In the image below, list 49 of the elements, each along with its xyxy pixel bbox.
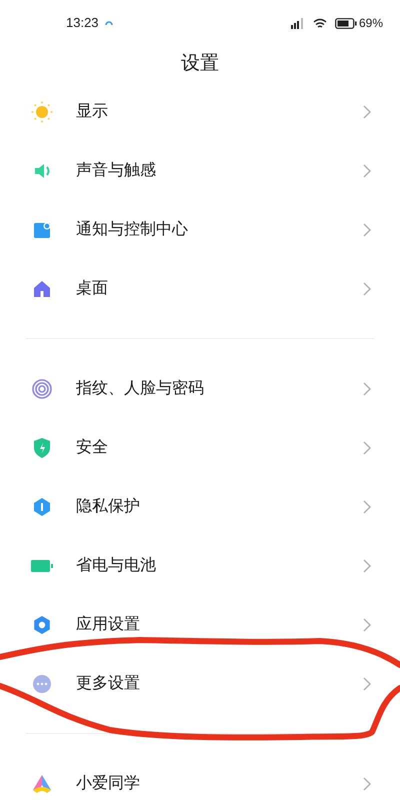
settings-item[interactable]: 安全 <box>0 418 400 477</box>
chevron-right-icon <box>363 558 371 572</box>
settings-item[interactable]: 通知与控制中心 <box>0 200 400 259</box>
sync-icon <box>104 20 113 26</box>
item-label: 通知与控制中心 <box>76 220 189 240</box>
chevron-right-icon <box>363 104 371 118</box>
chevron-right-icon <box>363 282 371 296</box>
chevron-right-icon <box>363 776 371 790</box>
chevron-right-icon <box>363 676 371 690</box>
settings-item[interactable]: 小爱同学 <box>0 754 400 800</box>
settings-item[interactable]: 应用设置 <box>0 595 400 654</box>
battery-status-icon <box>334 18 357 28</box>
page-title: 设置 <box>181 52 219 76</box>
settings-item[interactable]: 桌面 <box>0 259 400 318</box>
item-label: 应用设置 <box>76 614 141 634</box>
shield-icon <box>32 436 52 458</box>
item-label: 指纹、人脸与密码 <box>76 378 205 398</box>
chevron-right-icon <box>363 222 371 236</box>
chevron-right-icon <box>363 382 371 396</box>
item-label: 更多设置 <box>76 674 141 694</box>
settings-item[interactable]: 省电与电池 <box>0 536 400 595</box>
item-label: 小爱同学 <box>76 774 141 794</box>
chevron-right-icon <box>363 618 371 632</box>
battery-percentage: 69% <box>358 15 383 32</box>
wifi-icon <box>312 18 327 28</box>
home-icon <box>32 278 52 298</box>
item-label: 隐私保护 <box>76 496 141 516</box>
item-label: 显示 <box>76 102 109 122</box>
settings-item[interactable]: 显示 <box>0 82 400 141</box>
clock-time: 13:23 <box>66 14 99 32</box>
privacy-icon <box>32 496 52 516</box>
fingerprint-icon <box>31 378 53 400</box>
settings-item[interactable]: 更多设置 <box>0 654 400 713</box>
item-label: 声音与触感 <box>76 160 157 180</box>
item-label: 桌面 <box>76 278 109 298</box>
chevron-right-icon <box>363 164 371 178</box>
chevron-right-icon <box>363 500 371 514</box>
assistant-icon <box>31 774 53 794</box>
item-label: 省电与电池 <box>76 556 157 576</box>
battery-icon <box>31 558 53 572</box>
signal-icon <box>290 18 305 28</box>
settings-item[interactable]: 声音与触感 <box>0 141 400 200</box>
chevron-right-icon <box>363 440 371 454</box>
settings-item[interactable]: 隐私保护 <box>0 477 400 536</box>
more-icon <box>32 674 52 694</box>
sun-icon <box>31 100 53 122</box>
settings-item[interactable]: 指纹、人脸与密码 <box>0 359 400 418</box>
settings-icon <box>32 614 52 634</box>
item-label: 安全 <box>76 438 109 458</box>
